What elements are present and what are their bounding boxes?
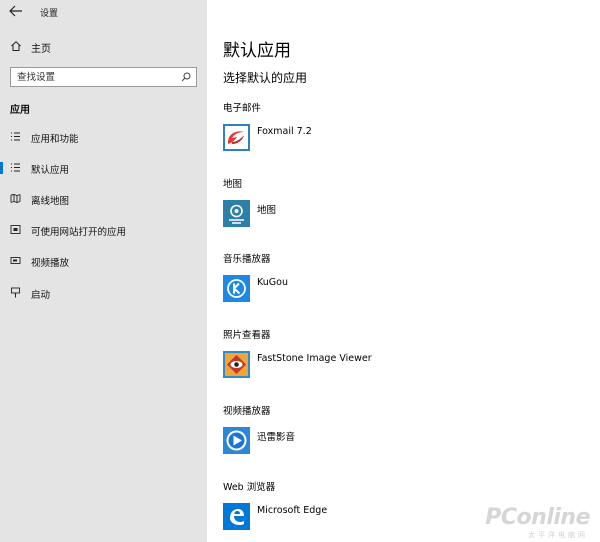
default-app-music[interactable]: KuGou [223, 275, 523, 303]
default-app-name: FastStone Image Viewer [257, 353, 372, 364]
sidebar-item-offline-maps[interactable]: 离线地图 [0, 188, 207, 210]
faststone-icon [223, 351, 250, 378]
pconline-watermark: PConline [485, 505, 590, 530]
active-indicator [0, 162, 3, 174]
default-app-name: KuGou [257, 277, 288, 288]
category-email-label: 电子邮件 [223, 103, 262, 114]
sidebar-item-label: 应用和功能 [31, 134, 79, 145]
page-title: 默认应用 [223, 41, 291, 61]
section-header-apps: 应用 [10, 105, 30, 116]
sidebar-item-label: 启动 [31, 290, 51, 301]
back-arrow-icon[interactable] [8, 4, 24, 18]
default-app-photo[interactable]: FastStone Image Viewer [223, 351, 523, 379]
home-label: 主页 [31, 44, 51, 55]
default-app-name: 迅雷影音 [257, 432, 296, 443]
default-app-name: 地图 [257, 205, 277, 216]
default-app-email[interactable]: Foxmail 7.2 [223, 124, 523, 152]
xunlei-icon [223, 427, 250, 454]
startup-icon [11, 287, 20, 298]
title-bar: 设置 [0, 0, 207, 24]
default-apps-icon [11, 163, 20, 172]
sidebar-item-label: 离线地图 [31, 196, 70, 207]
home-icon [11, 41, 21, 51]
video-icon [10, 257, 21, 264]
home-nav-item[interactable]: 主页 [0, 37, 207, 57]
sidebar-item-video-playback[interactable]: 视频播放 [0, 250, 207, 272]
kugou-icon [223, 275, 250, 302]
website-open-icon [10, 225, 21, 234]
sidebar: 设置 主页 应用 应用和功能 默认应用 离线地图 [0, 0, 207, 542]
edge-icon [223, 503, 250, 530]
foxmail-icon [223, 124, 250, 151]
sidebar-item-default-apps[interactable]: 默认应用 [0, 157, 207, 179]
category-music-label: 音乐播放器 [223, 254, 271, 265]
maps-icon [223, 200, 250, 227]
search-icon[interactable] [181, 72, 191, 82]
category-video-label: 视频播放器 [223, 406, 271, 417]
search-box [10, 67, 197, 87]
pconline-watermark-sub: 太平洋电脑网 [528, 531, 588, 539]
offline-map-icon [10, 194, 21, 203]
default-app-name: Foxmail 7.2 [257, 126, 312, 137]
default-app-name: Microsoft Edge [257, 505, 328, 516]
category-photo-label: 照片查看器 [223, 330, 271, 341]
category-browser-label: Web 浏览器 [223, 482, 276, 493]
sidebar-item-website-apps[interactable]: 可使用网站打开的应用 [0, 219, 207, 241]
default-app-maps[interactable]: 地图 [223, 200, 523, 228]
category-maps-label: 地图 [223, 179, 243, 190]
default-app-video[interactable]: 迅雷影音 [223, 427, 523, 455]
window-title: 设置 [40, 9, 59, 19]
section-subtitle: 选择默认的应用 [223, 71, 308, 85]
default-app-browser[interactable]: Microsoft Edge [223, 503, 523, 531]
sidebar-item-label: 可使用网站打开的应用 [31, 227, 127, 238]
list-icon [11, 132, 20, 141]
main-content: 默认应用 选择默认的应用 电子邮件 Foxmail 7.2 地图 地图 音乐播放… [207, 0, 600, 542]
sidebar-item-apps-features[interactable]: 应用和功能 [0, 126, 207, 148]
sidebar-item-label: 视频播放 [31, 258, 70, 269]
search-input[interactable] [11, 68, 171, 86]
sidebar-item-label: 默认应用 [31, 165, 70, 176]
sidebar-item-startup[interactable]: 启动 [0, 282, 207, 304]
